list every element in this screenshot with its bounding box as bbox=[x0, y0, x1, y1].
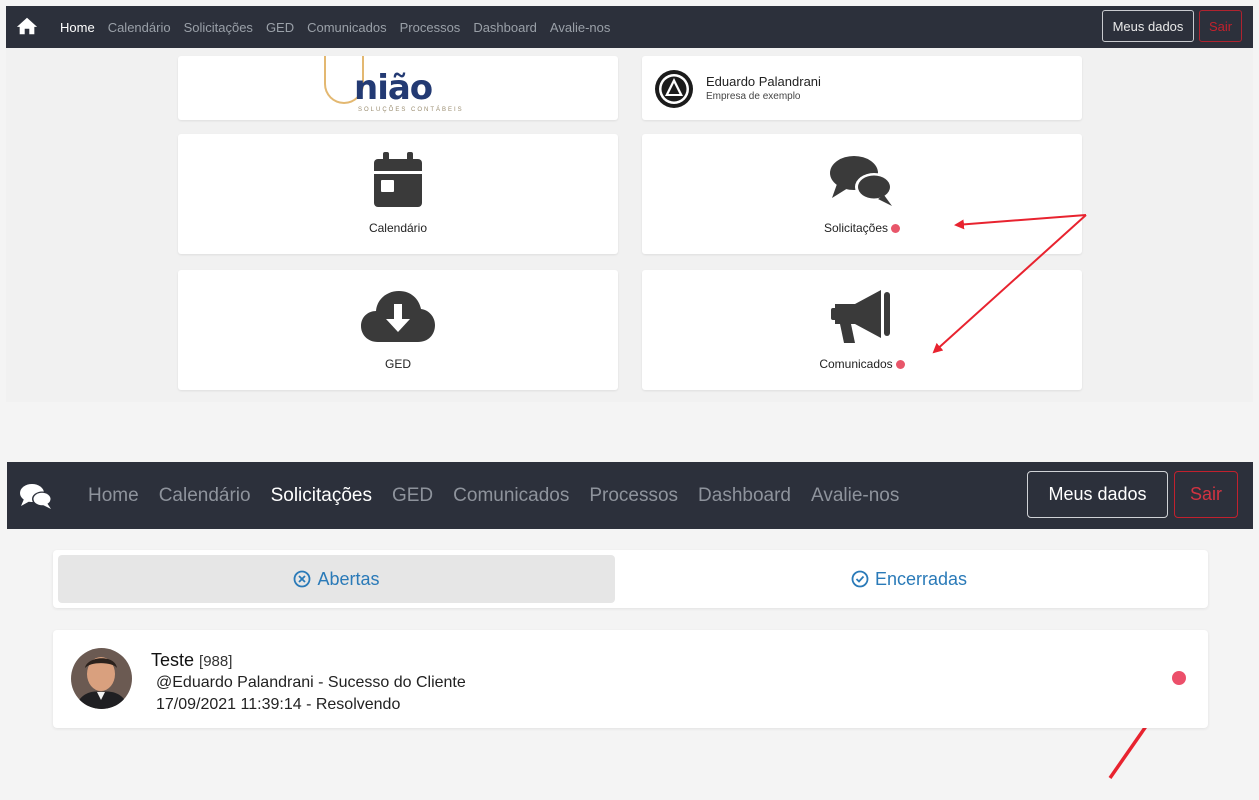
nav-comunicados[interactable]: Comunicados bbox=[453, 485, 569, 507]
ticket-title: Teste bbox=[151, 650, 195, 670]
status-tabs: Abertas Encerradas bbox=[53, 550, 1208, 608]
tile-ged-label: GED bbox=[384, 357, 411, 371]
tile-ged[interactable]: GED bbox=[178, 270, 618, 390]
home-icon[interactable] bbox=[16, 16, 38, 36]
tab-abertas-label: Abertas bbox=[317, 568, 380, 589]
nav-avalie-nos[interactable]: Avalie-nos bbox=[550, 20, 610, 35]
user-card: Eduardo Palandrani Empresa de exemplo bbox=[642, 56, 1082, 120]
circle-x-icon bbox=[294, 570, 311, 588]
nav-calendario[interactable]: Calendário bbox=[159, 485, 251, 507]
nav-links: Home Calendário Solicitações GED Comunic… bbox=[60, 6, 610, 48]
nav-avalie-nos[interactable]: Avalie-nos bbox=[811, 485, 899, 507]
ticket-title-row: Teste [988] bbox=[151, 650, 232, 671]
tile-calendario-label: Calendário bbox=[368, 221, 428, 235]
chat-icon[interactable] bbox=[19, 482, 53, 510]
meus-dados-button[interactable]: Meus dados bbox=[1027, 471, 1168, 518]
nav-home[interactable]: Home bbox=[88, 485, 139, 507]
calendar-icon bbox=[374, 152, 422, 207]
tile-comunicados[interactable]: Comunicados bbox=[642, 270, 1082, 390]
nav-solicitacoes[interactable]: Solicitações bbox=[184, 20, 253, 35]
meus-dados-button[interactable]: Meus dados bbox=[1102, 10, 1194, 42]
logo-card: nião SOLUÇÕES CONTÁBEIS bbox=[178, 56, 618, 120]
notification-badge bbox=[895, 360, 905, 370]
nav-dashboard[interactable]: Dashboard bbox=[698, 485, 791, 507]
top-navbar: Home Calendário Solicitações GED Comunic… bbox=[6, 6, 1253, 48]
nav-links: Home Calendário Solicitações GED Comunic… bbox=[88, 462, 899, 529]
comments-icon bbox=[830, 156, 893, 206]
bullhorn-icon bbox=[831, 290, 890, 343]
sair-button[interactable]: Sair bbox=[1199, 10, 1242, 42]
tile-solicitacoes-text: Solicitações bbox=[823, 221, 889, 235]
ticket-date-status: 17/09/2021 11:39:14 - Resolvendo bbox=[156, 696, 401, 713]
nav-processos[interactable]: Processos bbox=[400, 20, 461, 35]
avatar bbox=[71, 648, 132, 709]
solicitacoes-navbar: Home Calendário Solicitações GED Comunic… bbox=[7, 462, 1253, 529]
circle-check-icon bbox=[851, 570, 869, 588]
tile-calendario[interactable]: Calendário bbox=[178, 134, 618, 254]
notification-badge bbox=[891, 224, 901, 234]
nav-ged[interactable]: GED bbox=[266, 20, 294, 35]
tile-solicitacoes-label: Solicitações bbox=[642, 221, 1082, 235]
ticket-author: @Eduardo Palandrani - Sucesso do Cliente bbox=[156, 674, 466, 691]
ticket-item[interactable]: Teste [988] @Eduardo Palandrani - Sucess… bbox=[53, 630, 1208, 728]
tile-solicitacoes[interactable]: Solicitações bbox=[642, 134, 1082, 254]
nav-home[interactable]: Home bbox=[60, 20, 95, 35]
cloud-download-icon bbox=[361, 291, 435, 342]
user-company: Empresa de exemplo bbox=[706, 91, 801, 102]
tab-encerradas-label: Encerradas bbox=[874, 568, 968, 589]
nav-calendario[interactable]: Calendário bbox=[108, 20, 171, 35]
sair-button[interactable]: Sair bbox=[1174, 471, 1238, 518]
nav-comunicados[interactable]: Comunicados bbox=[307, 20, 387, 35]
tab-encerradas[interactable]: Encerradas bbox=[615, 555, 1203, 603]
nav-processos[interactable]: Processos bbox=[589, 485, 678, 507]
company-avatar-icon bbox=[655, 70, 693, 108]
user-name: Eduardo Palandrani bbox=[706, 74, 821, 89]
nav-dashboard[interactable]: Dashboard bbox=[473, 20, 537, 35]
tab-abertas[interactable]: Abertas bbox=[58, 555, 615, 603]
logo-subtitle: SOLUÇÕES CONTÁBEIS bbox=[358, 107, 464, 113]
tile-comunicados-label: Comunicados bbox=[642, 357, 1082, 371]
unread-indicator bbox=[1172, 671, 1186, 685]
ticket-number: [988] bbox=[199, 653, 233, 670]
tile-comunicados-text: Comunicados bbox=[819, 357, 893, 371]
nav-solicitacoes[interactable]: Solicitações bbox=[271, 485, 372, 507]
nav-ged[interactable]: GED bbox=[392, 485, 433, 507]
logo-text: nião bbox=[354, 68, 433, 108]
dashboard-screenshot: Home Calendário Solicitações GED Comunic… bbox=[6, 6, 1253, 402]
